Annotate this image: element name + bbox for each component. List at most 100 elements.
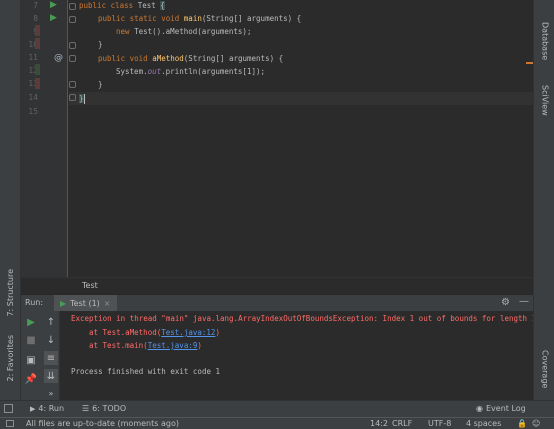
code-line: } [98,80,103,89]
up-arrow-icon[interactable]: ↑ [44,315,58,329]
gear-icon[interactable]: ⚙ [501,297,510,308]
line-separator[interactable]: CRLF [392,419,412,428]
line-number: 14 [28,93,38,102]
code-line: public static void main(String[] argumen… [98,13,301,25]
close-tab-icon[interactable]: × [104,299,111,308]
indent-setting[interactable]: 4 spaces [466,419,501,428]
status-message[interactable]: All files are up-to-date (moments ago) [26,419,179,428]
stack-frame-text: at Test.aMethod( [89,328,162,337]
event-log-label: Event Log [485,404,526,413]
fold-marker[interactable] [69,3,76,10]
source-link[interactable]: Test.java:12 [161,328,215,337]
change-marker [35,64,40,75]
coverage-tab[interactable]: Coverage [537,344,553,394]
code-line: System.out.println(arguments[1]); [116,66,265,78]
current-line-highlight [69,92,533,105]
line-number: 11 [28,53,38,62]
code-text: (String[] arguments) { [183,54,284,63]
breadcrumb[interactable]: Test [21,277,533,294]
console-output[interactable]: Exception in thread "main" java.lang.Arr… [60,311,533,400]
code-editor[interactable]: 7 8 9 10 11 12 13 14 15 ▶ ▶ @ public cla… [21,0,533,277]
favorites-tab[interactable]: 2: Favorites [2,332,19,384]
run-panel-title: Run: [25,298,44,307]
tool-windows-icon[interactable] [4,404,13,413]
structure-tab-label: 7: Structure [6,269,15,317]
brace: { [160,1,165,10]
text-caret [83,94,85,104]
structure-tab[interactable]: 7: Structure [2,268,19,318]
run-toolbar: ▶ ↑ ■ ↓ ▣ ≡ 📌 ⇊ » [21,311,60,400]
event-log-icon: ◉ [476,404,483,413]
database-tab[interactable]: Database [537,16,553,66]
fold-marker[interactable] [69,81,76,88]
caret-position[interactable]: 14:2 [370,419,388,428]
pin-icon[interactable]: 📌 [24,372,38,386]
code-line: public class Test { [79,0,165,12]
fold-marker[interactable] [69,55,76,62]
lock-icon[interactable]: 🔒 [517,419,527,428]
process-exit-line: Process finished with exit code 1 [71,367,221,376]
keyword: public void [98,54,153,63]
inspector-icon[interactable]: ☺ [532,419,540,428]
todo-icon: ☰ [82,404,90,413]
run-config-icon: ▶ [60,299,67,308]
editor-gutter[interactable]: 7 8 9 10 11 12 13 14 15 ▶ ▶ @ [21,0,68,277]
run-config-tab[interactable]: ▶ Test (1) × [54,295,117,312]
method-name: aMethod [152,54,184,63]
code-line: new Test().aMethod(arguments); [116,26,251,38]
soft-wrap-icon[interactable]: ≡ [44,351,58,365]
code-text: Test().aMethod(arguments); [134,27,252,36]
hide-panel-icon[interactable]: — [519,296,529,307]
favorites-tab-label: 2: Favorites [6,334,15,382]
todo-tool-button[interactable]: ☰ 6: TODO [82,404,126,413]
change-marker [35,38,40,49]
static-field: out [147,67,162,76]
code-text: .println(arguments[1]); [161,67,266,76]
fold-marker[interactable] [69,16,76,23]
source-link[interactable]: Test.java:9 [148,341,198,350]
database-tab-label: Database [540,21,550,61]
scroll-to-end-icon[interactable]: ⇊ [44,369,58,383]
class-name: Test [137,1,161,10]
run-panel-header: Run: ▶ Test (1) × ⚙ — [21,294,533,312]
todo-tool-label: 6: TODO [92,404,127,413]
status-icon[interactable] [6,420,14,427]
stack-frame: at Test.aMethod(Test.java:12) [89,328,220,337]
left-tool-strip: 7: Structure 2: Favorites [0,0,21,400]
code-line: public void aMethod(String[] arguments) … [98,53,283,65]
method-name: main [183,14,202,23]
run-gutter-icon[interactable]: ▶ [50,13,57,23]
keyword: public static void [98,14,184,23]
stop-icon[interactable]: ■ [24,333,38,347]
breadcrumb-item[interactable]: Test [82,281,98,290]
change-marker [35,25,40,36]
error-stripe-marker[interactable] [526,62,533,64]
run-tool-button[interactable]: ▶ 4: Run [30,404,64,413]
stack-frame-text: at Test.main( [89,341,148,350]
keyword: public class [79,1,138,10]
right-tool-strip: Database SciView Coverage [533,0,554,400]
fold-marker[interactable] [69,94,76,101]
down-arrow-icon[interactable]: ↓ [44,333,58,347]
restore-layout-icon[interactable]: ▣ [24,353,38,367]
coverage-tab-label: Coverage [540,349,550,389]
file-encoding[interactable]: UTF-8 [428,419,451,428]
code-text: (String[] arguments) { [201,14,302,23]
line-number: 7 [33,1,38,10]
stack-frame-text: ) [215,328,220,337]
keyword: new [116,27,135,36]
code-line: } [98,40,103,49]
rerun-icon[interactable]: ▶ [24,315,38,329]
exception-line: Exception in thread "main" java.lang.Arr… [71,314,533,323]
event-log-button[interactable]: ◉ Event Log [476,404,526,413]
fold-marker[interactable] [69,42,76,49]
run-tool-label: 4: Run [38,404,65,413]
more-icon[interactable]: » [44,386,58,400]
code-text: System. [116,67,148,76]
sciview-tab[interactable]: SciView [537,78,553,123]
code-line: } [79,93,85,105]
override-icon[interactable]: @ [54,53,63,63]
line-number: 8 [33,14,38,23]
run-gutter-icon[interactable]: ▶ [50,0,57,10]
sciview-tab-label: SciView [540,85,550,116]
